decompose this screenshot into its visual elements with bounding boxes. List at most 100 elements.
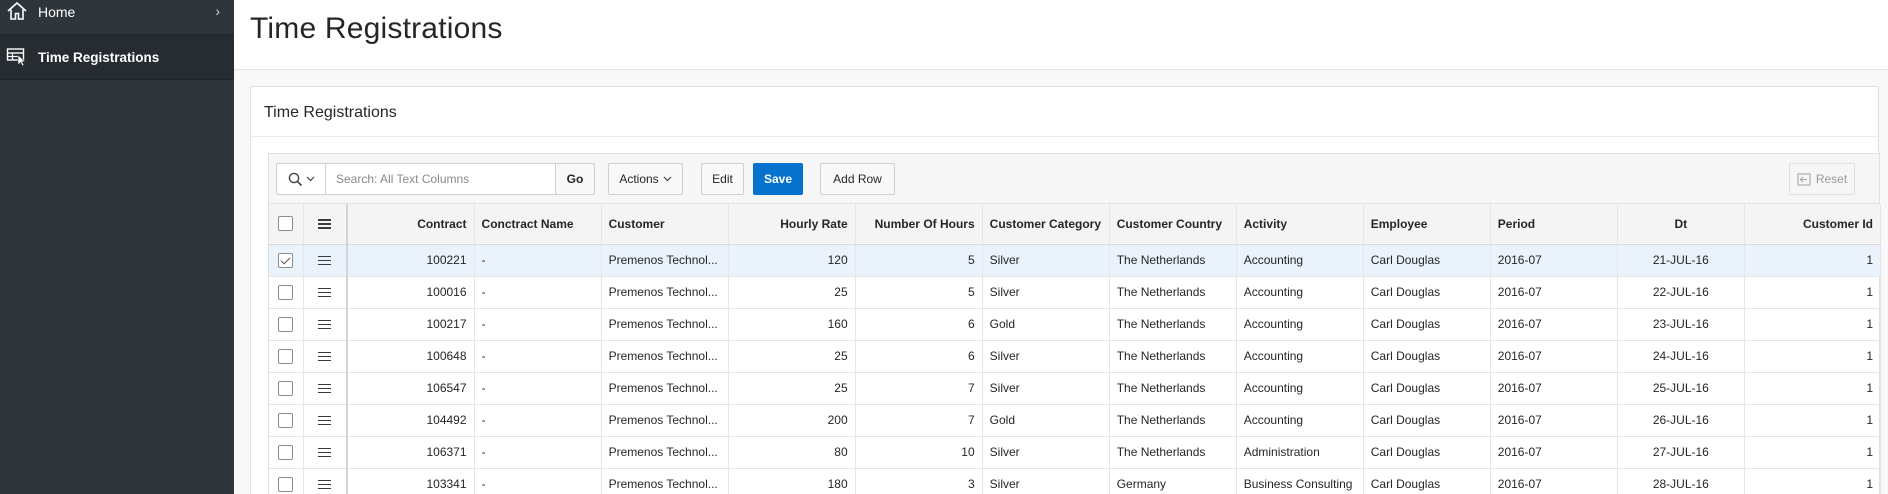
cell-customer-id[interactable]: 1 [1744,340,1882,373]
row-actions-cell[interactable] [303,308,348,341]
cell-contract[interactable]: 104492 [347,404,475,437]
cell-activity[interactable]: Business Consulting [1236,468,1364,494]
cell-hourly-rate[interactable]: 25 [728,340,856,373]
cell-contract-name[interactable]: - [474,436,602,469]
cell-employee[interactable]: Carl Douglas [1363,276,1491,309]
cell-period[interactable]: 2016-07 [1490,244,1618,277]
cell-contract-name[interactable]: - [474,372,602,405]
column-header-dt[interactable]: Dt [1617,204,1745,245]
row-actions-cell[interactable] [303,372,348,405]
row-checkbox[interactable] [278,316,294,332]
row-checkbox[interactable] [278,284,294,300]
search-input[interactable] [326,163,556,195]
cell-customer-category[interactable]: Silver [982,340,1110,373]
cell-dt[interactable]: 26-JUL-16 [1617,404,1745,437]
column-header-period[interactable]: Period [1490,204,1618,245]
cell-dt[interactable]: 23-JUL-16 [1617,308,1745,341]
cell-dt[interactable]: 21-JUL-16 [1617,244,1745,277]
select-all-cell[interactable] [269,204,304,245]
cell-customer-category[interactable]: Silver [982,372,1110,405]
row-menu-icon[interactable] [318,317,332,332]
chevron-right-icon[interactable]: › [215,3,220,19]
cell-period[interactable]: 2016-07 [1490,436,1618,469]
column-header-customer-country[interactable]: Customer Country [1109,204,1237,245]
cell-customer-category[interactable]: Gold [982,308,1110,341]
row-menu-icon[interactable] [318,477,332,492]
cell-contract[interactable]: 106547 [347,372,475,405]
row-select-cell[interactable] [269,276,304,309]
actions-menu-button[interactable]: Actions [608,163,683,195]
cell-hourly-rate[interactable]: 25 [728,372,856,405]
cell-customer-category[interactable]: Silver [982,244,1110,277]
reset-button[interactable]: Reset [1789,163,1855,195]
cell-employee[interactable]: Carl Douglas [1363,436,1491,469]
cell-customer-id[interactable]: 1 [1744,404,1882,437]
cell-customer-country[interactable]: The Netherlands [1109,340,1237,373]
cell-customer-id[interactable]: 1 [1744,276,1882,309]
row-menu-icon[interactable] [318,349,332,364]
cell-customer[interactable]: Premenos Technol... [601,468,729,494]
row-select-cell[interactable] [269,244,304,277]
cell-employee[interactable]: Carl Douglas [1363,468,1491,494]
column-header-contract[interactable]: Contract [347,204,475,245]
row-checkbox[interactable] [278,476,294,492]
row-menu-icon[interactable] [318,381,332,396]
cell-employee[interactable]: Carl Douglas [1363,244,1491,277]
cell-customer-id[interactable]: 1 [1744,436,1882,469]
cell-contract[interactable]: 100648 [347,340,475,373]
cell-customer-category[interactable]: Gold [982,404,1110,437]
cell-dt[interactable]: 25-JUL-16 [1617,372,1745,405]
search-column-selector[interactable] [276,163,326,195]
cell-employee[interactable]: Carl Douglas [1363,372,1491,405]
cell-contract-name[interactable]: - [474,340,602,373]
select-all-checkbox[interactable] [278,216,294,232]
row-menu-icon[interactable] [318,285,332,300]
cell-contract-name[interactable]: - [474,404,602,437]
table-row[interactable]: 100016- Premenos Technol... 25 5 Silver The N… [269,276,1882,309]
table-row[interactable]: 103341- Premenos Technol... 180 3 Silver Germ… [269,468,1882,494]
cell-hourly-rate[interactable]: 160 [728,308,856,341]
cell-customer-country[interactable]: Germany [1109,468,1237,494]
cell-number-of-hours[interactable]: 6 [855,340,983,373]
column-header-number-of-hours[interactable]: Number Of Hours [855,204,983,245]
row-select-cell[interactable] [269,404,304,437]
cell-activity[interactable]: Accounting [1236,404,1364,437]
cell-customer-id[interactable]: 1 [1744,308,1882,341]
cell-contract-name[interactable]: - [474,468,602,494]
table-row[interactable]: 100221- Premenos Technol... 120 5 Silver The … [269,244,1882,277]
add-row-button[interactable]: Add Row [820,163,895,195]
row-menu-icon[interactable] [318,253,332,268]
actions-header-cell[interactable] [303,204,348,245]
cell-period[interactable]: 2016-07 [1490,308,1618,341]
cell-customer[interactable]: Premenos Technol... [601,436,729,469]
cell-hourly-rate[interactable]: 200 [728,404,856,437]
cell-customer-id[interactable]: 1 [1744,244,1882,277]
cell-period[interactable]: 2016-07 [1490,468,1618,494]
cell-activity[interactable]: Accounting [1236,340,1364,373]
cell-number-of-hours[interactable]: 7 [855,372,983,405]
cell-employee[interactable]: Carl Douglas [1363,340,1491,373]
cell-activity[interactable]: Administration [1236,436,1364,469]
table-row[interactable]: 100648- Premenos Technol... 25 6 Silver The N… [269,340,1882,373]
cell-employee[interactable]: Carl Douglas [1363,404,1491,437]
row-select-cell[interactable] [269,340,304,373]
cell-number-of-hours[interactable]: 10 [855,436,983,469]
table-row[interactable]: 106547- Premenos Technol... 25 7 Silver The N… [269,372,1882,405]
row-actions-cell[interactable] [303,340,348,373]
row-checkbox[interactable] [278,412,294,428]
cell-hourly-rate[interactable]: 120 [728,244,856,277]
row-actions-cell[interactable] [303,244,348,277]
table-row[interactable]: 106371- Premenos Technol... 80 10 Silver The … [269,436,1882,469]
cell-customer-country[interactable]: The Netherlands [1109,308,1237,341]
cell-number-of-hours[interactable]: 7 [855,404,983,437]
row-menu-icon[interactable] [318,445,332,460]
go-button[interactable]: Go [556,163,595,195]
cell-period[interactable]: 2016-07 [1490,404,1618,437]
column-header-activity[interactable]: Activity [1236,204,1364,245]
cell-activity[interactable]: Accounting [1236,244,1364,277]
edit-button[interactable]: Edit [701,163,744,195]
row-checkbox[interactable] [278,348,294,364]
column-header-hourly-rate[interactable]: Hourly Rate [728,204,856,245]
cell-customer-country[interactable]: The Netherlands [1109,372,1237,405]
cell-customer-country[interactable]: The Netherlands [1109,276,1237,309]
